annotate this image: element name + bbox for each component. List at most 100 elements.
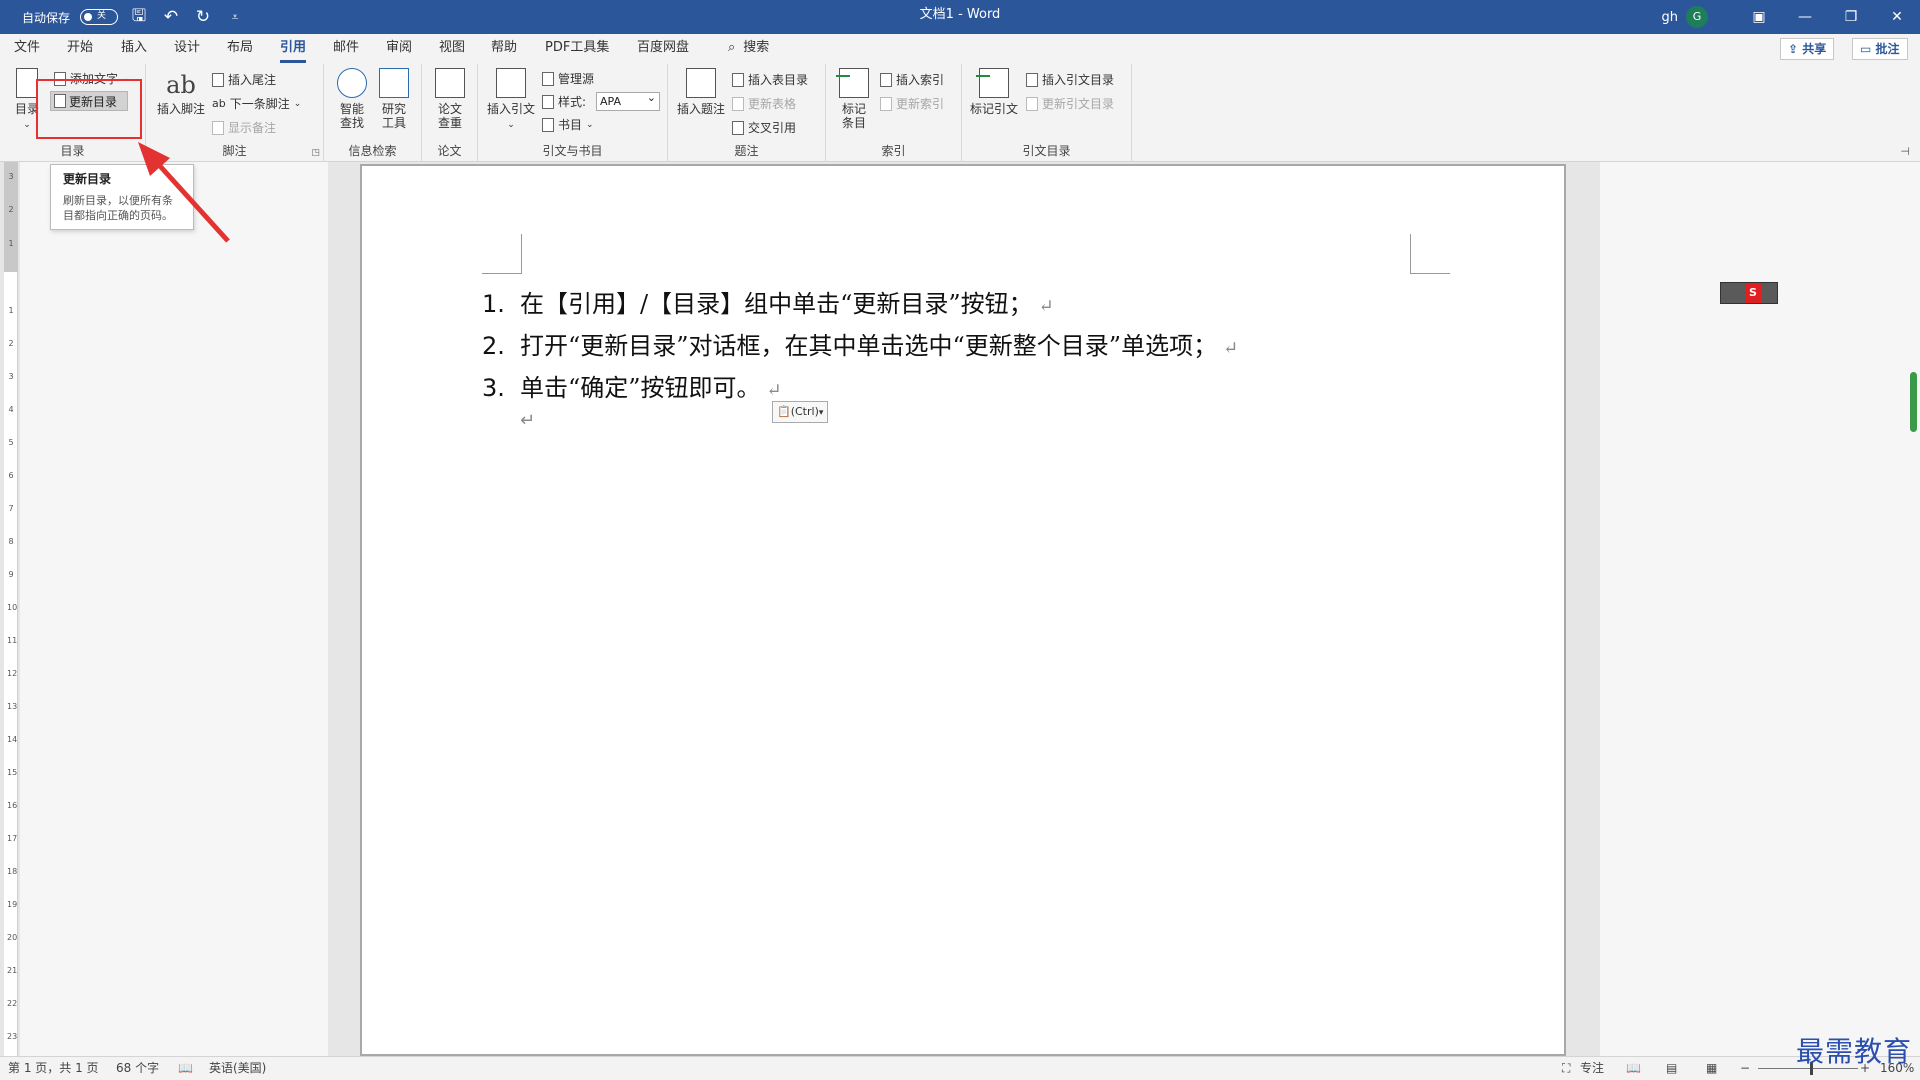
ruler-number: 8: [8, 537, 14, 546]
document-title: 文档1 - Word: [919, 7, 1001, 22]
smart-lookup-button[interactable]: 智能 查找: [336, 68, 368, 130]
paragraph-mark: ↵: [1038, 296, 1054, 317]
save-icon[interactable]: 🖫: [128, 3, 150, 32]
share-icon: ⇪: [1788, 42, 1803, 56]
highlight-box: [36, 79, 142, 139]
tab-help[interactable]: 帮助: [491, 34, 517, 64]
scrollbar-thumb[interactable]: [1910, 372, 1917, 432]
insert-index-label: 插入索引: [896, 73, 945, 87]
tab-mailings[interactable]: 邮件: [333, 34, 359, 64]
proofing-icon[interactable]: 📖: [178, 1057, 193, 1080]
ruler-number: 16: [7, 801, 18, 810]
autosave-label: 自动保存: [22, 10, 71, 25]
update-toc-tooltip: 更新目录 刷新目录，以便所有条 目都指向正确的页码。: [50, 164, 194, 230]
cross-reference-button[interactable]: 交叉引用: [732, 119, 796, 136]
update-toa-button[interactable]: 更新引文目录: [1026, 95, 1114, 112]
insert-footnote-button[interactable]: ab 插入脚注: [156, 68, 206, 116]
list-text: 单击“确定”按钮即可。: [520, 374, 761, 402]
paper-check-label: 论文: [437, 102, 462, 116]
customize-toolbar-icon[interactable]: ⩡: [224, 10, 246, 25]
tab-layout[interactable]: 布局: [227, 34, 253, 64]
next-footnote-button[interactable]: ab 下一条脚注 ⌄: [212, 95, 301, 112]
show-notes-label: 显示备注: [228, 121, 277, 135]
ribbon-display-options-icon[interactable]: ▣: [1736, 0, 1782, 34]
mark-citation-button[interactable]: 标记引文: [968, 68, 1020, 116]
user-name[interactable]: gh: [1662, 10, 1679, 25]
share-button[interactable]: ⇪ 共享: [1780, 38, 1835, 60]
minimize-icon[interactable]: —: [1782, 0, 1828, 34]
print-layout-icon[interactable]: ▤: [1666, 1057, 1677, 1080]
insert-table-of-figures-button[interactable]: 插入表目录: [732, 71, 808, 88]
insert-footnote-label: 插入脚注: [156, 102, 205, 116]
insert-caption-button[interactable]: 插入题注: [676, 68, 726, 116]
title-bar: 自动保存 关 🖫 ↶ ↻ ⩡ 文档1 - Word gh G ▣ — ❐ ✕: [0, 0, 1920, 34]
update-toa-icon: [1026, 96, 1038, 111]
insert-caption-icon: [686, 68, 716, 98]
focus-mode[interactable]: 专注: [1580, 1057, 1604, 1080]
undo-icon[interactable]: ↶: [160, 7, 182, 27]
tab-view[interactable]: 视图: [439, 34, 465, 64]
tab-home[interactable]: 开始: [67, 34, 93, 64]
word-count[interactable]: 68 个字: [116, 1057, 159, 1080]
close-icon[interactable]: ✕: [1874, 0, 1920, 34]
restore-icon[interactable]: ❐: [1828, 0, 1874, 34]
paper-check-button[interactable]: 论文 查重: [434, 68, 466, 130]
tab-design[interactable]: 设计: [174, 34, 200, 64]
show-notes-button[interactable]: 显示备注: [212, 119, 276, 136]
ruler-number: 10: [7, 603, 18, 612]
bibliography-button[interactable]: 书目 ⌄: [542, 116, 594, 133]
tab-insert[interactable]: 插入: [121, 34, 147, 64]
dialog-launcher-icon[interactable]: ◳: [311, 148, 320, 158]
input-method-toolbar[interactable]: S: [1720, 282, 1778, 304]
group-label-footnotes: 脚注: [222, 144, 247, 158]
list-item[interactable]: 2. 打开“更新目录”对话框，在其中单击选中“更新整个目录”单选项； ↵: [482, 326, 1238, 361]
mark-citation-label: 标记引文: [969, 102, 1018, 116]
researcher-button[interactable]: 研究 工具: [378, 68, 410, 130]
mark-entry-button[interactable]: 标记 条目: [836, 68, 872, 130]
update-table-button[interactable]: 更新表格: [732, 95, 796, 112]
tab-file[interactable]: 文件: [14, 34, 40, 64]
clipboard-icon: 📋: [777, 405, 791, 418]
ribbon: 目录 ⌄ 添加文字 ⌄ 目录 ab 插入脚注 插入尾注 ab 下一条脚注 ⌄ 显示备注…: [0, 64, 1920, 162]
paragraph-mark: ↵: [1223, 338, 1239, 359]
autosave-toggle[interactable]: 关: [80, 9, 119, 25]
language[interactable]: 英语(美国): [209, 1057, 266, 1080]
comments-button[interactable]: ▭ 批注: [1852, 38, 1908, 60]
chevron-down-icon: ⌄: [23, 120, 31, 130]
redo-icon[interactable]: ↻: [192, 7, 214, 27]
search-box[interactable]: ⌕ 搜索: [728, 34, 769, 64]
avatar[interactable]: G: [1686, 6, 1708, 28]
document-page[interactable]: 1. 在【引用】/【目录】组中单击“更新目录”按钮； ↵ 2. 打开“更新目录”对话框…: [360, 164, 1566, 1056]
ruler-number: 7: [8, 504, 14, 513]
update-index-button[interactable]: 更新索引: [880, 95, 944, 112]
chevron-down-icon: ▾: [818, 408, 824, 418]
insert-toa-button[interactable]: 插入引文目录: [1026, 71, 1114, 88]
focus-icon[interactable]: ⛶: [1562, 1057, 1570, 1080]
manage-sources-button[interactable]: 管理源: [542, 70, 594, 87]
comments-label: 批注: [1875, 42, 1900, 56]
list-item[interactable]: 3. 单击“确定”按钮即可。 ↵: [482, 368, 782, 403]
paste-options-button[interactable]: 📋(Ctrl)▾: [772, 401, 829, 423]
read-mode-icon[interactable]: 📖: [1626, 1057, 1641, 1080]
web-layout-icon[interactable]: ▦: [1706, 1057, 1717, 1080]
tab-baidu-netdisk[interactable]: 百度网盘: [637, 34, 689, 64]
tab-references[interactable]: 引用: [280, 34, 307, 64]
page-count[interactable]: 第 1 页，共 1 页: [8, 1057, 99, 1080]
tab-pdf-tools[interactable]: PDF工具集: [545, 34, 609, 64]
paper-check-label-2: 查重: [437, 116, 462, 130]
pin-ribbon-icon[interactable]: ⊣: [1900, 145, 1910, 158]
share-label: 共享: [1802, 42, 1827, 56]
list-item[interactable]: 1. 在【引用】/【目录】组中单击“更新目录”按钮； ↵: [482, 284, 1054, 319]
group-table-of-authorities: 标记引文 插入引文目录 更新引文目录 引文目录: [962, 64, 1132, 162]
zoom-out-icon[interactable]: −: [1740, 1057, 1750, 1080]
paragraph-mark: ↵: [520, 410, 536, 431]
ruler-number: 3: [8, 372, 14, 381]
citation-style-select[interactable]: APA: [596, 89, 660, 111]
tooltip-description: 刷新目录，以便所有条 目都指向正确的页码。: [63, 193, 181, 223]
crop-mark-top-left: [482, 234, 522, 274]
tab-review[interactable]: 审阅: [386, 34, 412, 64]
next-footnote-icon: ab: [212, 97, 226, 110]
insert-endnote-button[interactable]: 插入尾注: [212, 71, 276, 88]
insert-citation-button[interactable]: 插入引文 ⌄: [486, 68, 536, 132]
insert-index-button[interactable]: 插入索引: [880, 71, 944, 88]
